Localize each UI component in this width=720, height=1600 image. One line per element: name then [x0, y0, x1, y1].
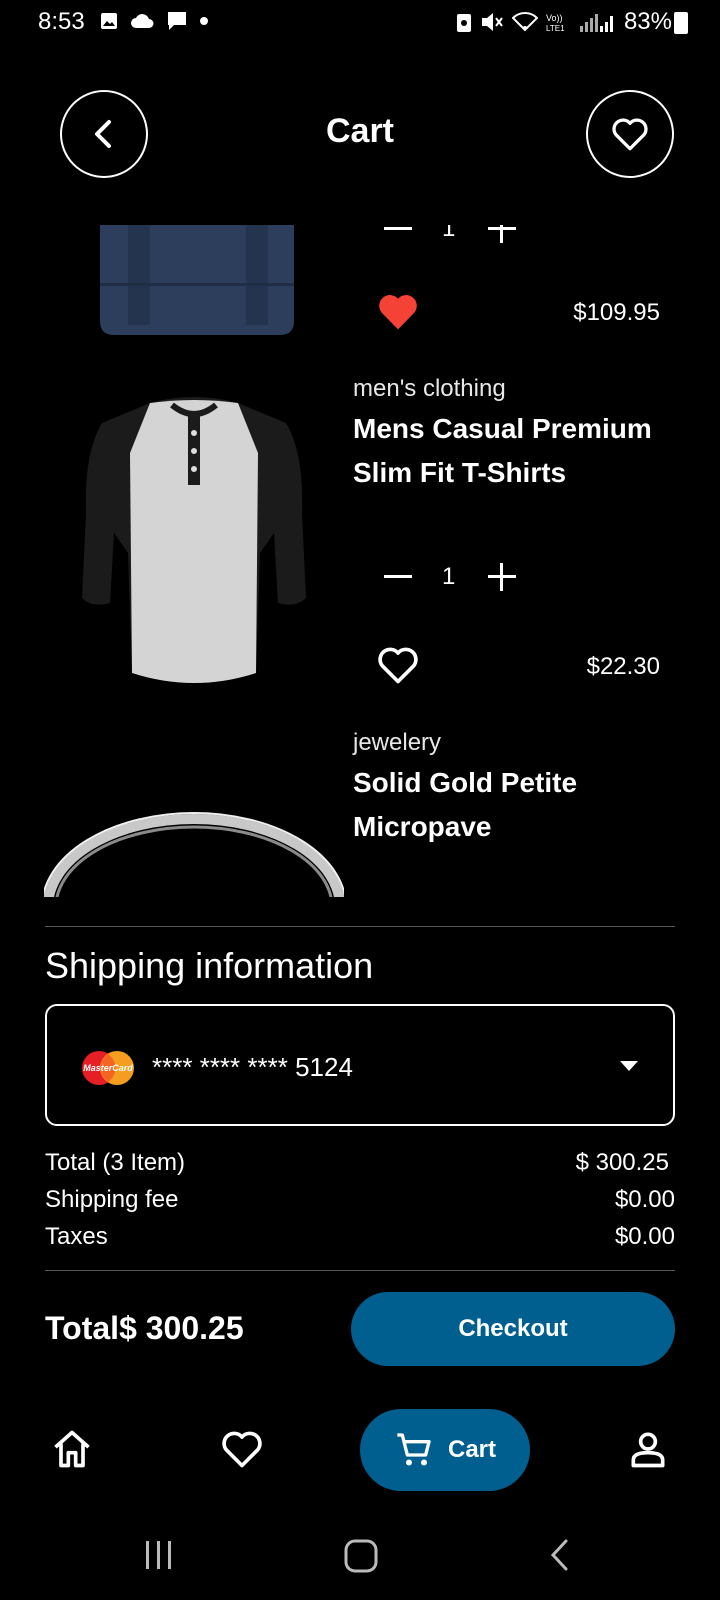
item-title[interactable]: Mens Casual Premium Slim Fit T-Shirts [353, 407, 673, 495]
minus-icon[interactable] [380, 225, 416, 247]
signal-icon [579, 14, 613, 32]
cart-item: jewelery Solid Gold Petite Micropave [0, 729, 720, 897]
heart-outline-icon[interactable] [220, 1427, 264, 1471]
item-category: jewelery [353, 729, 442, 756]
recent-apps-icon[interactable] [142, 1538, 176, 1572]
status-system-icons: Vo)) LTE1 83% [456, 8, 672, 36]
nav-cart-tab[interactable]: Cart [360, 1409, 530, 1491]
status-notification-icons [100, 10, 208, 32]
card-number: **** **** **** 5124 [152, 1052, 353, 1082]
message-icon [168, 12, 186, 30]
minus-icon[interactable] [380, 559, 416, 595]
taxes-value: $0.00 [614, 1223, 675, 1250]
item-title[interactable]: Solid Gold Petite Micropave [353, 761, 673, 849]
dropdown-arrow-icon [620, 1061, 638, 1071]
wifi-icon [511, 12, 538, 32]
shipping-title: Shipping information [45, 945, 374, 986]
quantity-value: 1 [442, 225, 456, 242]
heart-outline-icon[interactable] [376, 643, 420, 687]
cloud-icon [131, 14, 154, 28]
divider [45, 1270, 675, 1271]
status-bar: 8:53 Vo)) LTE1 83% [0, 0, 720, 44]
profile-icon[interactable] [626, 1427, 670, 1471]
payment-method-select[interactable]: MasterCard **** **** **** 5124 [45, 1004, 675, 1126]
product-image-backpack[interactable] [98, 225, 296, 337]
heart-outline-icon [612, 118, 648, 151]
product-image-tshirt[interactable] [80, 393, 308, 693]
dot-icon [200, 17, 208, 25]
summary-total-value: $ 300.25 [575, 1149, 669, 1176]
checkout-button[interactable]: Checkout [351, 1292, 675, 1366]
cart-icon [397, 1433, 431, 1466]
nav-cart-label: Cart [447, 1436, 496, 1463]
divider [45, 926, 675, 927]
quantity-stepper: 1 [380, 225, 530, 251]
system-navigation-bar [0, 1520, 720, 1590]
alarm-icon [456, 14, 471, 32]
grand-total: Total$ 300.25 [45, 1310, 244, 1346]
quantity-stepper: 1 [380, 559, 530, 599]
svg-text:MasterCard: MasterCard [83, 1063, 133, 1073]
favorites-button[interactable] [586, 90, 674, 178]
quantity-value: 1 [442, 563, 456, 590]
cart-item: 1 $109.95 [0, 225, 720, 365]
heart-filled-icon[interactable] [376, 289, 420, 333]
bottom-navigation: Cart [0, 1405, 720, 1495]
summary-total-label: Total (3 Item) [45, 1149, 186, 1176]
status-time: 8:53 [38, 8, 85, 35]
volte-icon: Vo))LTE1 [546, 13, 565, 32]
item-category: men's clothing [353, 375, 506, 402]
home-icon[interactable] [50, 1427, 94, 1471]
item-price: $22.30 [586, 653, 660, 680]
cart-item-list[interactable]: 1 $109.95 men's clothing Mens Casual Pre… [0, 225, 720, 897]
taxes-label: Taxes [45, 1223, 108, 1250]
home-button-icon[interactable] [343, 1538, 379, 1574]
plus-icon[interactable] [484, 559, 520, 595]
image-icon [101, 13, 117, 29]
svg-text:LTE1: LTE1 [546, 24, 565, 32]
mute-icon [481, 13, 503, 31]
system-back-icon[interactable] [548, 1538, 572, 1572]
cart-item: men's clothing Mens Casual Premium Slim … [0, 375, 720, 715]
product-image-ring[interactable] [44, 807, 344, 897]
shipping-fee-value: $0.00 [614, 1186, 675, 1213]
battery-percent: 83% [623, 8, 672, 35]
item-price: $109.95 [573, 299, 660, 326]
svg-text:Vo)): Vo)) [546, 13, 563, 23]
shipping-fee-label: Shipping fee [45, 1186, 179, 1213]
battery-icon [674, 12, 688, 34]
plus-icon[interactable] [484, 225, 520, 247]
mastercard-logo: MasterCard [82, 1051, 134, 1085]
